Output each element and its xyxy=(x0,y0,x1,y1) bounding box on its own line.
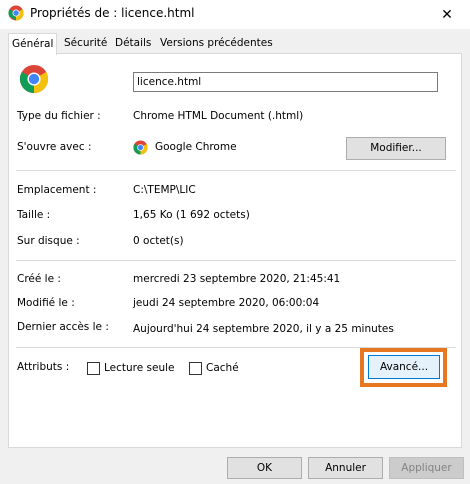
window-title: Propriétés de : licence.html xyxy=(30,6,195,20)
chrome-icon xyxy=(133,140,148,155)
hidden-checkbox[interactable] xyxy=(189,362,202,375)
created-value: mercredi 23 septembre 2020, 21:45:41 xyxy=(133,273,341,285)
file-type-label: Type du fichier : xyxy=(17,110,101,122)
size-on-disk-value: 0 octet(s) xyxy=(133,235,184,247)
advanced-button[interactable]: Avancé... xyxy=(368,355,440,379)
title-bar: Propriétés de : licence.html ✕ xyxy=(0,0,470,29)
close-icon: ✕ xyxy=(441,6,453,23)
location-label: Emplacement : xyxy=(17,184,97,196)
general-panel: Type du fichier : Chrome HTML Document (… xyxy=(8,53,462,448)
apply-button[interactable]: Appliquer xyxy=(389,457,464,479)
accessed-label: Dernier accès le : xyxy=(17,321,109,333)
readonly-checkbox[interactable] xyxy=(87,362,100,375)
opens-with-value: Google Chrome xyxy=(155,141,237,153)
separator xyxy=(16,170,456,171)
close-button[interactable]: ✕ xyxy=(424,0,470,29)
accessed-value: Aujourd'hui 24 septembre 2020, il y a 25… xyxy=(133,323,394,335)
change-button[interactable]: Modifier... xyxy=(346,137,446,160)
hidden-label: Caché xyxy=(206,362,239,374)
size-value: 1,65 Ko (1 692 octets) xyxy=(133,209,250,221)
location-value: C:\TEMP\LIC xyxy=(133,184,196,196)
attributes-label: Attributs : xyxy=(17,361,70,373)
ok-button[interactable]: OK xyxy=(227,457,302,479)
modified-label: Modifié le : xyxy=(17,297,75,309)
cancel-button[interactable]: Annuler xyxy=(308,457,383,479)
created-label: Créé le : xyxy=(17,273,61,285)
opens-with-label: S'ouvre avec : xyxy=(17,141,92,153)
file-name-field[interactable] xyxy=(133,72,438,92)
tab-details[interactable]: Détails xyxy=(112,35,154,53)
size-label: Taille : xyxy=(17,209,51,221)
tab-security[interactable]: Sécurité xyxy=(61,35,110,53)
readonly-label: Lecture seule xyxy=(104,362,175,374)
chrome-icon xyxy=(8,5,24,21)
chrome-icon xyxy=(19,64,49,94)
tab-general[interactable]: Général xyxy=(8,33,58,55)
size-on-disk-label: Sur disque : xyxy=(17,235,80,247)
separator xyxy=(16,260,456,261)
modified-value: jeudi 24 septembre 2020, 06:00:04 xyxy=(133,297,320,309)
tab-previous-versions[interactable]: Versions précédentes xyxy=(157,35,276,53)
file-type-value: Chrome HTML Document (.html) xyxy=(133,110,304,122)
